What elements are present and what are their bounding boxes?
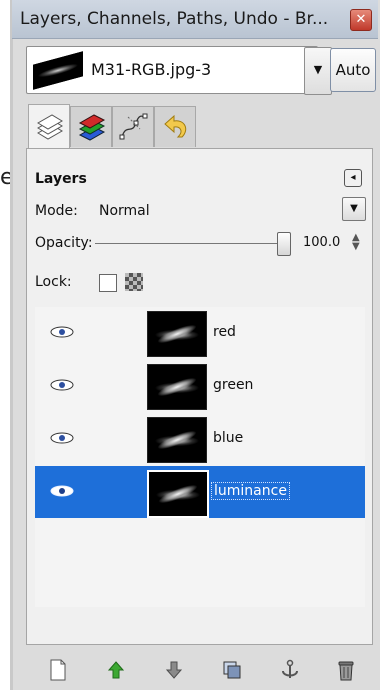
opacity-value[interactable]: 100.0 [303,235,340,250]
close-button[interactable]: ✕ [350,9,372,31]
new-layer-icon[interactable] [46,658,70,682]
opacity-slider-handle[interactable] [277,232,291,256]
layer-name[interactable]: blue [213,430,243,446]
lock-pixels-checkbox[interactable] [99,274,117,292]
chevron-down-icon[interactable]: ▼ [304,47,332,95]
delete-layer-icon[interactable] [334,658,358,682]
opacity-label: Opacity: [35,235,93,251]
opacity-spinner-icon[interactable]: ▲ ▼ [352,233,360,252]
eye-icon[interactable] [49,431,75,445]
layer-name[interactable]: green [213,377,253,393]
lower-layer-icon[interactable] [162,658,186,682]
dock-tabs [12,104,378,150]
layer-row[interactable]: blue [35,413,365,465]
lock-label: Lock: [35,274,72,290]
tab-channels[interactable] [70,106,112,147]
layers-bottom-toolbar [12,650,378,690]
layer-row-selected[interactable]: luminance [35,466,365,518]
layer-thumbnail [147,364,207,410]
layer-row[interactable]: green [35,360,365,412]
layers-icon [37,114,63,140]
eye-icon[interactable] [49,378,75,392]
undo-icon [164,114,187,138]
image-thumbnail [33,51,83,90]
layers-panel: Layers ◂ Mode: Normal ▼ Opacity: 100.0 ▲… [26,148,373,645]
layers-list: red green blue luminance [35,307,365,607]
mode-label: Mode: [35,203,78,219]
anchor-layer-icon[interactable] [278,658,302,682]
mode-value[interactable]: Normal [99,203,150,219]
mode-dropdown-button[interactable]: ▼ [342,197,366,221]
channels-icon [78,114,106,141]
layer-thumbnail [147,417,207,463]
layer-thumbnail [147,311,207,357]
layer-thumbnail [147,470,209,518]
lock-alpha-icon[interactable] [125,273,143,291]
opacity-slider-track[interactable] [95,243,280,244]
duplicate-layer-icon[interactable] [220,658,244,682]
raise-layer-icon[interactable] [104,658,128,682]
eye-icon[interactable] [49,484,75,498]
panel-menu-icon[interactable]: ◂ [344,169,362,187]
window-titlebar[interactable]: Layers, Channels, Paths, Undo - Br... ✕ [12,0,378,39]
layer-name[interactable]: red [213,324,236,340]
image-name: M31-RGB.jpg-3 [91,60,212,79]
image-selector-row: M31-RGB.jpg-3 ▼ Auto [12,46,378,96]
layer-name[interactable]: luminance [211,482,290,500]
tab-paths[interactable] [112,106,154,147]
tab-layers[interactable] [28,104,70,149]
image-selector-combo[interactable]: M31-RGB.jpg-3 ▼ [26,46,332,95]
eye-icon[interactable] [49,325,75,339]
tab-undo[interactable] [154,106,196,147]
panel-title: Layers [35,171,87,187]
layer-row[interactable]: red [35,307,365,359]
window-title: Layers, Channels, Paths, Undo - Br... [20,9,329,29]
paths-icon [119,113,148,140]
auto-button[interactable]: Auto [330,48,376,92]
